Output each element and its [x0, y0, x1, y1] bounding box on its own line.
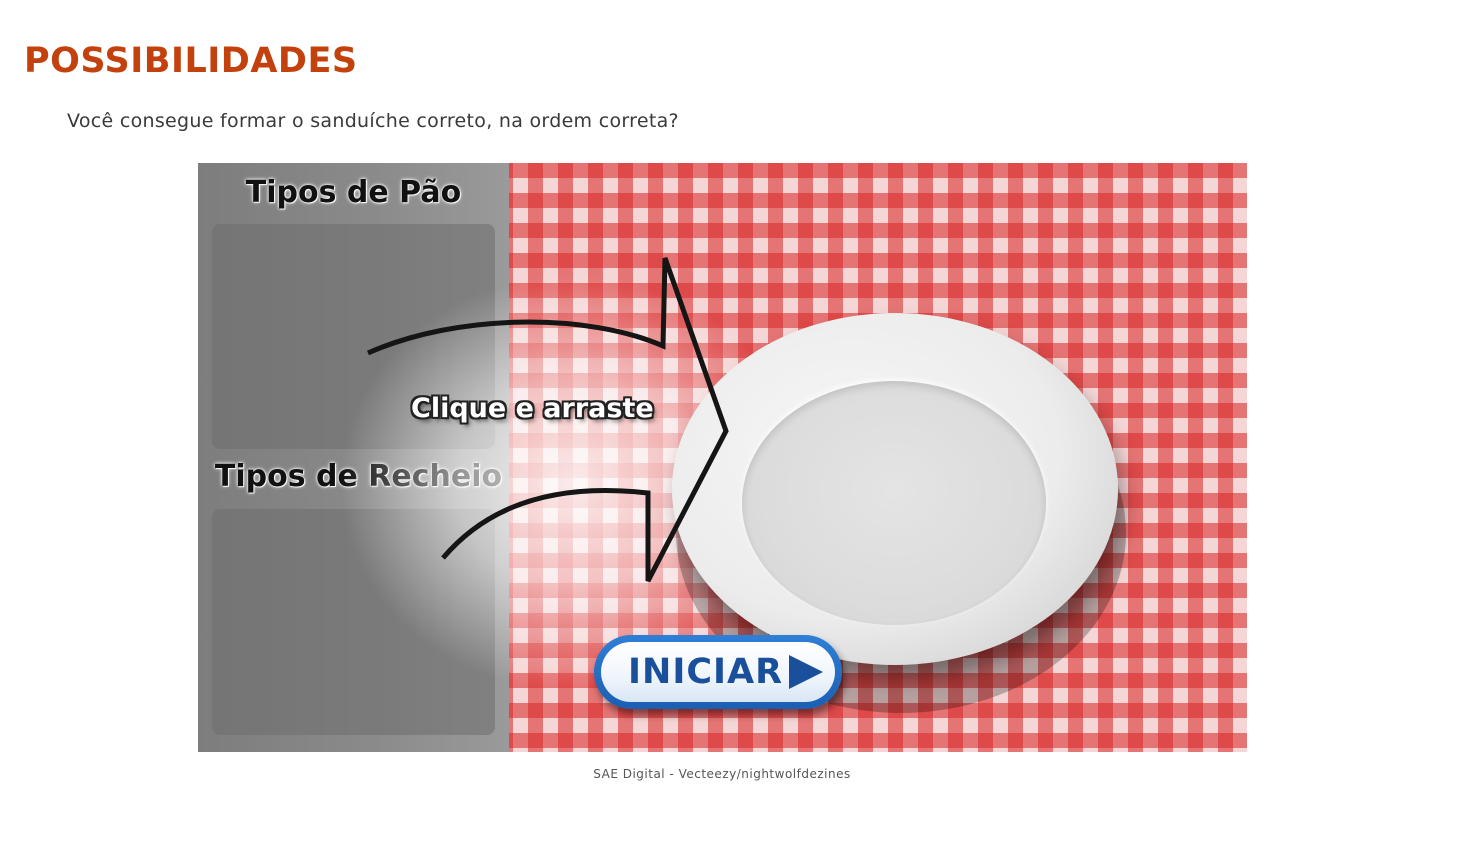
question-text: Você consegue formar o sanduíche correto… — [67, 110, 679, 132]
drag-instruction: Clique e arraste — [411, 393, 654, 424]
start-button-face: INICIAR — [601, 642, 835, 702]
start-button[interactable]: INICIAR — [594, 635, 842, 709]
start-button-label: INICIAR — [628, 652, 784, 692]
page: POSSIBILIDADES Você consegue formar o sa… — [0, 0, 1460, 850]
image-credit: SAE Digital - Vecteezy/nightwolfdezines — [593, 767, 851, 781]
sandwich-game[interactable]: Tipos de Pão Tipos de Recheio Clique e a… — [198, 163, 1247, 752]
page-title: POSSIBILIDADES — [24, 41, 358, 81]
play-icon — [789, 655, 823, 689]
